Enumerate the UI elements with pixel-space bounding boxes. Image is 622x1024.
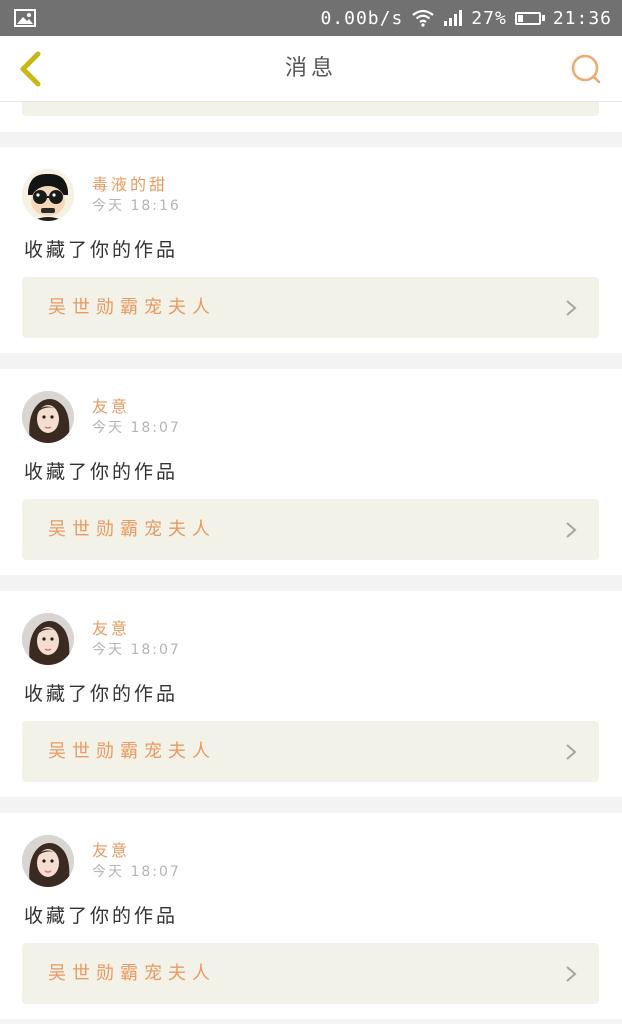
chevron-right-icon <box>566 966 577 982</box>
status-bar: 0.00b/s 27% 21:36 <box>0 0 622 36</box>
sender-username[interactable]: 友意 <box>92 615 130 639</box>
message-time: 今天 18:07 <box>92 864 181 880</box>
signal-icon <box>443 10 463 26</box>
message-card: 毒液的甜 今天 18:16 收藏了你的作品 吴世勋霸宠夫人 <box>0 147 622 353</box>
clock: 21:36 <box>552 7 612 29</box>
status-indicators: 0.00b/s 27% 21:36 <box>320 0 612 36</box>
work-title: 吴世勋霸宠夫人 <box>48 519 216 540</box>
sender-username[interactable]: 友意 <box>92 393 130 417</box>
message-list[interactable]: 毒液的甜 今天 18:16 收藏了你的作品 吴世勋霸宠夫人 友意 今天 18:0… <box>0 102 622 1024</box>
message-card: 友意 今天 18:07 收藏了你的作品 吴世勋霸宠夫人 <box>0 591 622 797</box>
page-title: 消息 <box>284 56 337 81</box>
work-title: 吴世勋霸宠夫人 <box>48 741 216 762</box>
work-link[interactable]: 吴世勋霸宠夫人 <box>22 499 599 560</box>
girl-photo-avatar-icon[interactable] <box>22 613 74 665</box>
message-action: 收藏了你的作品 <box>24 239 179 261</box>
message-card-partial <box>0 102 622 132</box>
message-action: 收藏了你的作品 <box>24 683 179 705</box>
chevron-right-icon <box>566 300 577 316</box>
girl-photo-avatar-icon[interactable] <box>22 391 74 443</box>
message-card: 友意 今天 18:07 收藏了你的作品 吴世勋霸宠夫人 <box>0 813 622 1019</box>
sender-username[interactable]: 友意 <box>92 837 130 861</box>
cartoon-avatar-icon[interactable] <box>22 169 74 221</box>
work-link[interactable]: 吴世勋霸宠夫人 <box>22 943 599 1004</box>
work-link-partial[interactable] <box>22 102 599 116</box>
app-screen: 0.00b/s 27% 21:36 消息 毒液的甜 今天 18:16 收藏了你的… <box>0 0 622 1024</box>
battery-icon <box>514 11 545 25</box>
message-action: 收藏了你的作品 <box>24 461 179 483</box>
message-time: 今天 18:16 <box>92 198 181 214</box>
sender-username[interactable]: 毒液的甜 <box>92 171 168 195</box>
wifi-icon <box>411 9 435 27</box>
work-title: 吴世勋霸宠夫人 <box>48 297 216 318</box>
work-link[interactable]: 吴世勋霸宠夫人 <box>22 721 599 782</box>
search-icon <box>571 54 601 84</box>
search-button[interactable] <box>570 53 602 85</box>
chevron-right-icon <box>566 744 577 760</box>
message-card: 友意 今天 18:07 收藏了你的作品 吴世勋霸宠夫人 <box>0 369 622 575</box>
work-title: 吴世勋霸宠夫人 <box>48 963 216 984</box>
message-time: 今天 18:07 <box>92 642 181 658</box>
battery-percent: 27% <box>471 7 507 29</box>
gallery-notification-icon <box>14 9 36 32</box>
girl-photo-avatar-icon[interactable] <box>22 835 74 887</box>
message-action: 收藏了你的作品 <box>24 905 179 927</box>
top-navigation-bar: 消息 <box>0 36 622 102</box>
chevron-right-icon <box>566 522 577 538</box>
work-link[interactable]: 吴世勋霸宠夫人 <box>22 277 599 338</box>
network-speed: 0.00b/s <box>320 7 404 29</box>
message-time: 今天 18:07 <box>92 420 181 436</box>
